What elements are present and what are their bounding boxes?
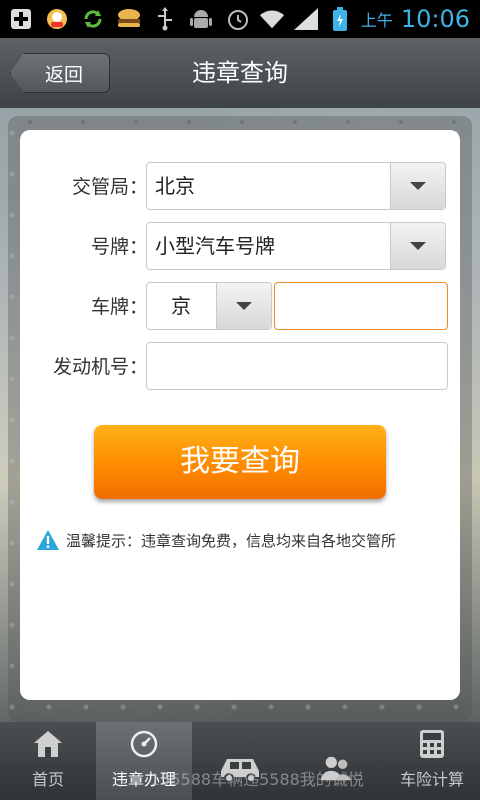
android-icon <box>188 6 214 32</box>
query-button[interactable]: 我要查询 <box>94 425 386 499</box>
chevron-down-icon <box>410 242 426 250</box>
plate-prefix-dropdown-button[interactable] <box>216 283 271 329</box>
plate-prefix-select[interactable]: 京 <box>146 282 272 330</box>
title-bar: 违章查询 返回 <box>0 38 480 108</box>
signal-icon <box>293 6 319 32</box>
engine-row: 发动机号： <box>20 342 460 392</box>
sync-icon <box>80 6 106 32</box>
usb-icon <box>152 6 178 32</box>
status-bar: 上午 10:06 <box>0 0 480 38</box>
home-icon <box>32 728 64 760</box>
plate-prefix-value: 京 <box>171 294 191 318</box>
alarm-icon <box>225 6 251 32</box>
bureau-value: 北京 <box>155 174 195 198</box>
warning-icon <box>37 530 59 550</box>
calculator-icon <box>416 728 448 760</box>
watermark-text: 155588车辆违5588我的诚悦 <box>150 770 364 789</box>
status-ampm: 上午 <box>360 11 393 30</box>
plate-row: 车牌： 京 <box>20 282 460 332</box>
avatar-icon <box>44 6 70 32</box>
plate-type-label: 号牌： <box>90 236 148 258</box>
bureau-row: 交管局： 北京 <box>20 162 460 212</box>
wifi-icon <box>259 6 285 32</box>
add-icon <box>8 6 34 32</box>
plate-type-row: 号牌： 小型汽车号牌 <box>20 222 460 272</box>
plate-type-value: 小型汽车号牌 <box>155 234 275 258</box>
nav-item-label: 车险计算 <box>399 770 464 789</box>
chevron-down-icon <box>236 302 252 310</box>
plate-number-input[interactable] <box>274 282 448 330</box>
chevron-down-icon <box>410 182 426 190</box>
tip-text: 温馨提示：违章查询免费，信息均来自各地交管所 <box>66 531 397 550</box>
nav-item-label: 首页 <box>31 770 64 789</box>
nav-item-insurance-calc[interactable]: 车险计算 <box>384 722 480 800</box>
nav-item-home[interactable]: 首页 <box>0 722 96 800</box>
bureau-label: 交管局： <box>71 176 148 198</box>
plate-type-select[interactable]: 小型汽车号牌 <box>146 222 446 270</box>
bureau-dropdown-button[interactable] <box>390 163 445 209</box>
speedometer-icon <box>128 728 160 760</box>
tip-bar: 温馨提示：违章查询免费，信息均来自各地交管所 <box>36 528 396 552</box>
battery-icon <box>327 6 353 32</box>
engine-label: 发动机号： <box>52 356 148 378</box>
bureau-select[interactable]: 北京 <box>146 162 446 210</box>
burger-icon <box>116 6 142 32</box>
plate-label: 车牌： <box>90 296 148 318</box>
back-button[interactable]: 返回 <box>10 53 110 93</box>
plate-type-dropdown-button[interactable] <box>390 223 445 269</box>
status-time: 10:06 <box>400 5 470 33</box>
query-form-panel: 交管局： 北京 号牌： 小型汽车号牌 车牌： 京 发动机号： 我要查询 温馨提示… <box>20 130 460 700</box>
engine-number-input[interactable] <box>146 342 448 390</box>
